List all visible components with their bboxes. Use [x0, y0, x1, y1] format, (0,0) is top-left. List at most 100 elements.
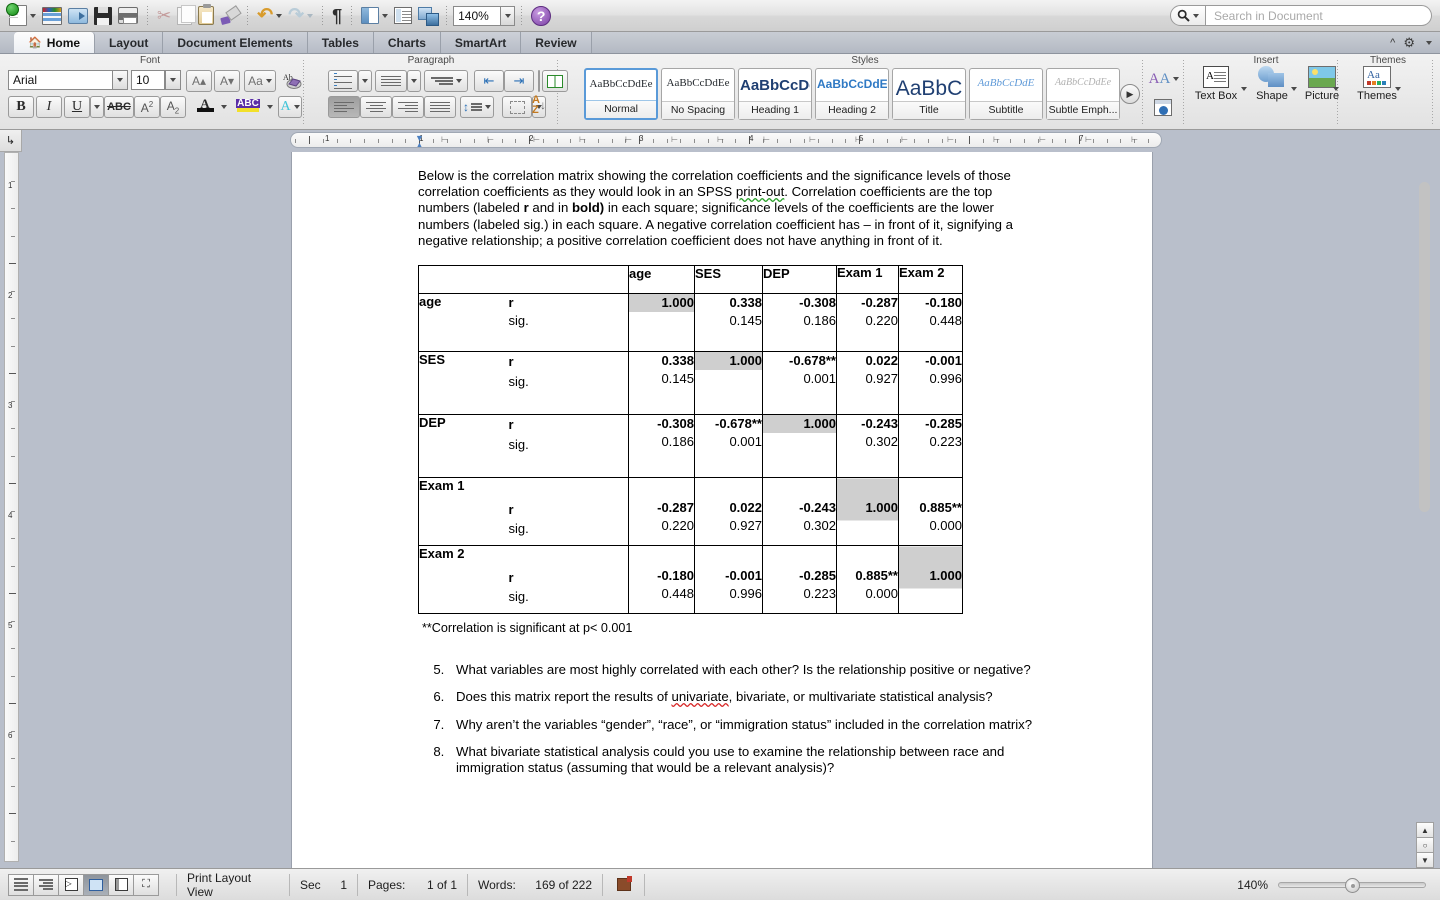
change-case-button[interactable]: Aa	[244, 70, 276, 92]
tab-stop-marker[interactable]: ⊢	[625, 135, 632, 144]
style-title[interactable]: AaBbC Title	[892, 68, 966, 120]
subscript-button[interactable]: A2	[160, 96, 186, 118]
tab-home[interactable]: 🏠 Home	[14, 32, 96, 53]
underline-dropdown[interactable]	[90, 96, 104, 118]
tab-stop-marker[interactable]: ⊢	[1085, 135, 1092, 144]
zoom-dropdown-button[interactable]	[501, 5, 516, 26]
tab-stop-marker[interactable]: ⊢	[533, 135, 540, 144]
shrink-font-button[interactable]: A▾	[214, 70, 240, 92]
chevron-down-icon[interactable]	[30, 13, 36, 18]
align-center-button[interactable]	[360, 96, 392, 118]
sort-button[interactable]: AZ ↓	[524, 94, 554, 116]
vertical-scrollbar[interactable]	[1418, 152, 1432, 824]
tab-stop-marker[interactable]: ⊢	[1039, 135, 1046, 144]
notebook-layout-view-button[interactable]	[108, 873, 134, 896]
scrollbar-thumb[interactable]	[1419, 182, 1430, 512]
text-box-button[interactable]: A Text Box	[1190, 66, 1242, 102]
paste-button[interactable]	[195, 2, 217, 30]
tab-stop-marker[interactable]: ⊢	[671, 135, 678, 144]
document-page[interactable]: Below is the correlation matrix showing …	[292, 152, 1152, 868]
align-left-button[interactable]	[328, 96, 360, 118]
draft-view-button[interactable]	[8, 873, 34, 896]
tab-stop-marker[interactable]: ⊢	[855, 135, 862, 144]
zoom-slider[interactable]	[1278, 877, 1426, 893]
text-effects-button[interactable]: A	[278, 96, 302, 118]
tab-charts[interactable]: Charts	[373, 32, 441, 53]
style-no-spacing[interactable]: AaBbCcDdEe No Spacing	[661, 68, 735, 120]
chevron-down-icon[interactable]	[307, 13, 314, 18]
tab-document-elements[interactable]: Document Elements	[163, 32, 308, 53]
style-heading-2[interactable]: AaBbCcDdEe Heading 2	[815, 68, 889, 120]
align-right-button[interactable]	[392, 96, 424, 118]
bulleted-list-dropdown[interactable]	[358, 70, 372, 92]
select-browse-object-button[interactable]: ○	[1416, 837, 1434, 853]
zoom-level-input[interactable]: 140%	[453, 5, 502, 26]
tab-stop-marker[interactable]: ⊢	[947, 135, 954, 144]
grow-font-button[interactable]: A▴	[186, 70, 212, 92]
outline-view-button[interactable]	[33, 873, 59, 896]
previous-page-button[interactable]: ▲	[1416, 822, 1434, 838]
style-subtle-emphasis[interactable]: AaBbCcDdEe Subtle Emph...	[1046, 68, 1120, 120]
font-size-input[interactable]: 10	[131, 70, 165, 90]
next-page-button[interactable]: ▼	[1416, 852, 1434, 868]
tab-smartart[interactable]: SmartArt	[440, 32, 522, 53]
font-color-dropdown[interactable]	[217, 96, 230, 118]
picture-dropdown[interactable]	[1330, 78, 1342, 100]
style-subtitle[interactable]: AaBbCcDdE Subtitle	[969, 68, 1043, 120]
document-workspace[interactable]: Below is the correlation matrix showing …	[20, 152, 1420, 868]
manage-styles-button[interactable]: AA	[1147, 68, 1181, 90]
correlation-matrix-table[interactable]: age SES DEP Exam 1 Exam 2 age r sig. 1.0…	[418, 265, 963, 615]
undo-button[interactable]: ↶	[254, 2, 285, 30]
tab-stop-marker[interactable]: ⊢	[763, 135, 770, 144]
columns-button[interactable]	[542, 70, 568, 92]
gear-icon[interactable]: ⚙	[1403, 35, 1415, 51]
tab-stop-marker[interactable]: ⊢	[901, 135, 908, 144]
sidebar-pane-button[interactable]	[358, 2, 391, 30]
vertical-ruler[interactable]: 1 2 3 4 5 6	[4, 152, 19, 862]
tab-tables[interactable]: Tables	[307, 32, 374, 53]
search-input[interactable]: Search in Document	[1206, 5, 1432, 26]
decrease-indent-button[interactable]: ⇤	[474, 70, 504, 92]
font-size-dropdown[interactable]	[165, 70, 181, 90]
copy-button[interactable]	[174, 2, 197, 30]
styles-gallery-more-button[interactable]: ▶	[1120, 84, 1140, 104]
tab-stop-marker[interactable]: ⊢	[993, 135, 1000, 144]
font-color-button[interactable]: A	[193, 94, 217, 116]
toolbox-button[interactable]	[1150, 96, 1176, 118]
tab-review[interactable]: Review	[521, 32, 592, 53]
increase-indent-button[interactable]: ⇥	[504, 70, 534, 92]
tab-stop-marker[interactable]: ⊢	[579, 135, 586, 144]
font-name-dropdown[interactable]	[112, 70, 128, 90]
new-document-button[interactable]	[6, 2, 39, 30]
bold-button[interactable]: B	[8, 96, 34, 118]
save-button[interactable]	[91, 2, 115, 30]
highlight-button[interactable]: ABC	[233, 94, 263, 116]
chevron-down-icon[interactable]	[276, 13, 283, 18]
tab-layout[interactable]: Layout	[95, 32, 164, 53]
tab-stop-selector[interactable]: ↳	[0, 130, 22, 152]
tab-stop-marker[interactable]: ⊢	[809, 135, 816, 144]
font-name-input[interactable]: Arial	[8, 70, 120, 90]
media-browser-button[interactable]	[415, 2, 440, 30]
publishing-layout-view-button[interactable]: ▷	[58, 873, 84, 896]
show-formatting-button[interactable]: ¶	[329, 2, 345, 30]
cut-button[interactable]: ✂	[154, 2, 174, 30]
strikethrough-button[interactable]: ABC	[104, 96, 134, 118]
print-layout-view-button[interactable]	[83, 873, 109, 896]
chevron-down-icon[interactable]	[382, 13, 389, 18]
superscript-button[interactable]: A2	[134, 96, 160, 118]
tab-stop-marker[interactable]: ⊢	[487, 135, 494, 144]
clear-formatting-button[interactable]: Ab	[280, 70, 306, 92]
bulleted-list-button[interactable]	[328, 70, 358, 92]
multilevel-list-button[interactable]	[424, 70, 468, 92]
style-normal[interactable]: AaBbCcDdEe Normal	[584, 68, 658, 120]
document-body[interactable]: Below is the correlation matrix showing …	[418, 168, 1038, 787]
justify-button[interactable]	[424, 96, 456, 118]
tab-stop-marker[interactable]: ⊢	[1131, 135, 1138, 144]
open-button[interactable]	[65, 2, 91, 30]
zoom-slider-knob[interactable]	[1345, 877, 1360, 893]
search-scope-button[interactable]	[1170, 5, 1206, 26]
italic-button[interactable]: I	[36, 96, 62, 118]
document-gallery-button[interactable]	[39, 2, 65, 30]
notebook-layout-button[interactable]	[391, 2, 415, 30]
